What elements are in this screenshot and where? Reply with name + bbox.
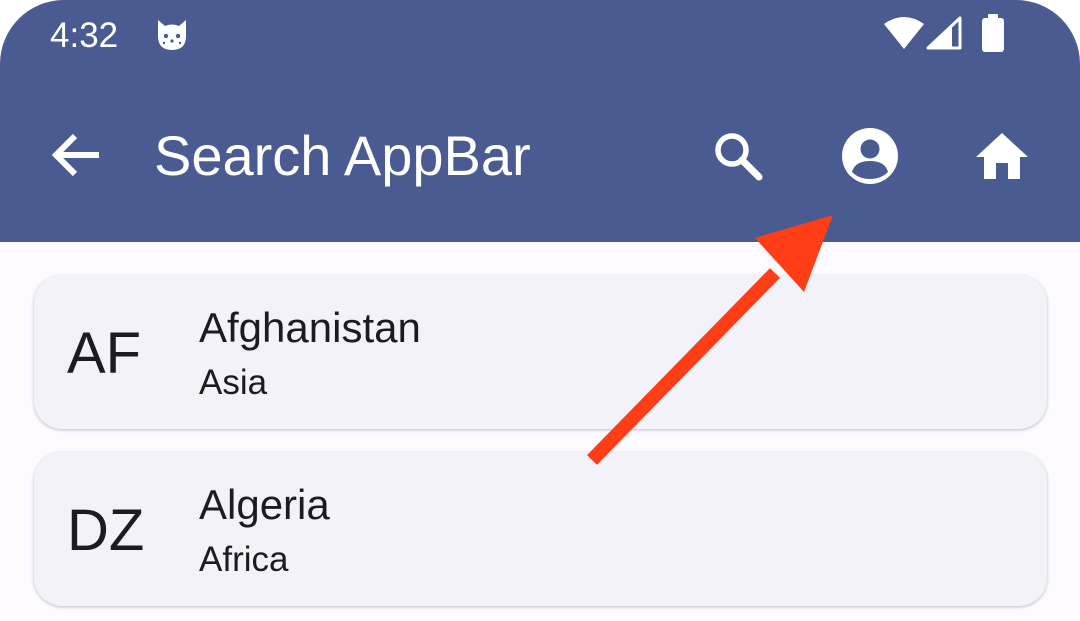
cat-face-icon bbox=[158, 20, 186, 50]
country-code: DZ bbox=[67, 498, 145, 563]
country-continent: Africa bbox=[199, 540, 289, 579]
home-icon bbox=[976, 133, 1028, 179]
account-circle-icon bbox=[842, 128, 898, 184]
list-item[interactable]: DZ Algeria Africa bbox=[34, 452, 1047, 606]
home-button[interactable] bbox=[968, 122, 1036, 190]
list-item[interactable]: AF Afghanistan Asia bbox=[34, 275, 1047, 429]
phone-screen: 4:32 Search AppBar AF Afghanistan Asia D… bbox=[0, 0, 1080, 621]
search-icon bbox=[715, 133, 763, 181]
battery-icon bbox=[982, 14, 1004, 52]
country-name: Afghanistan bbox=[199, 304, 421, 351]
back-button[interactable] bbox=[46, 124, 108, 186]
arrow-back-icon bbox=[51, 133, 99, 177]
search-button[interactable] bbox=[704, 122, 772, 190]
page-title: Search AppBar bbox=[154, 124, 531, 187]
account-button[interactable] bbox=[836, 122, 904, 190]
country-continent: Asia bbox=[199, 363, 268, 402]
cell-signal-icon bbox=[926, 16, 962, 50]
wifi-icon bbox=[884, 17, 924, 49]
country-code: AF bbox=[67, 321, 142, 386]
country-name: Algeria bbox=[199, 481, 330, 528]
status-time: 4:32 bbox=[50, 16, 119, 55]
